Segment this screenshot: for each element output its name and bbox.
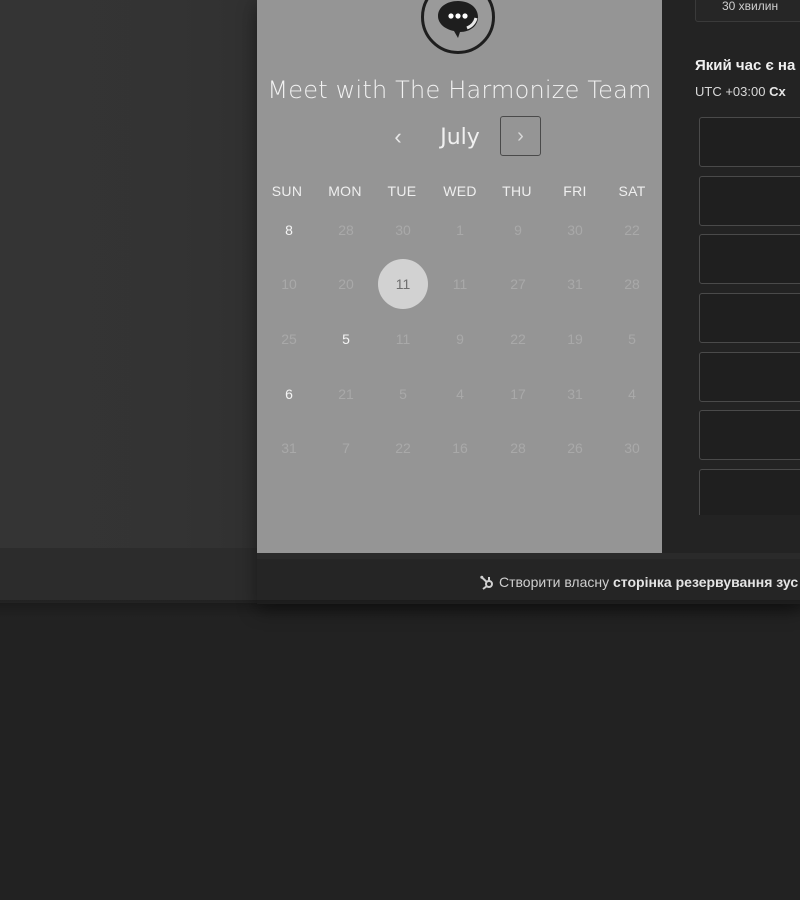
calendar-day[interactable]: 6 [264, 369, 314, 419]
weekday-label: THU [502, 183, 532, 199]
calendar-day: 7 [342, 440, 350, 456]
calendar-day: 11 [395, 331, 411, 347]
calendar-day: 27 [510, 276, 526, 292]
time-slot-button[interactable] [699, 410, 800, 460]
time-slot-button[interactable] [699, 469, 800, 515]
calendar-day: 22 [510, 331, 526, 347]
calendar-day: 30 [567, 222, 583, 238]
background-left-panel [0, 0, 257, 548]
timezone-offset: UTC +03:00 [695, 84, 766, 99]
time-slot-button[interactable] [699, 293, 800, 343]
chat-bubble-icon [434, 0, 482, 39]
calendar-day: 19 [567, 331, 583, 347]
timezone-name: Сх [769, 84, 786, 99]
month-navigation: ‹ July › [257, 116, 662, 158]
modal-bottom-shadow [0, 600, 800, 618]
calendar-day: 28 [338, 222, 354, 238]
prev-month-button[interactable]: ‹ [385, 116, 411, 158]
team-avatar [421, 0, 495, 54]
calendar-day[interactable]: 8 [264, 205, 314, 255]
calendar-day: 31 [567, 276, 583, 292]
weekday-label: SUN [271, 183, 303, 199]
calendar-day: 9 [456, 331, 464, 347]
hubspot-sprocket-icon [479, 574, 495, 590]
weekday-label: FRI [563, 183, 587, 199]
calendar-day: 11 [452, 276, 468, 292]
calendar-day: 10 [281, 276, 297, 292]
calendar-card: Meet with The Harmonize Team ‹ July › SU… [257, 0, 662, 553]
calendar-day: 4 [456, 386, 464, 402]
calendar-day: 20 [338, 276, 354, 292]
time-slot-button[interactable] [699, 352, 800, 402]
calendar-day: 28 [624, 276, 640, 292]
time-slot-button[interactable] [699, 117, 800, 167]
calendar-day[interactable]: 5 [321, 314, 371, 364]
month-label: July [440, 124, 480, 150]
calendar-day: 4 [628, 386, 636, 402]
calendar-day: 30 [395, 222, 411, 238]
weekday-header: SUN MON TUE WED THU FRI SAT [257, 183, 662, 203]
calendar-day: 30 [624, 440, 640, 456]
calendar-day: 31 [567, 386, 583, 402]
calendar-day: 31 [281, 440, 297, 456]
calendar-day: 21 [338, 386, 354, 402]
chevron-right-icon: › [517, 124, 524, 147]
calendar-day: 5 [628, 331, 636, 347]
chevron-left-icon: ‹ [394, 124, 402, 149]
calendar-day-selected[interactable]: 11 [378, 259, 428, 309]
booking-title: Meet with The Harmonize Team [267, 76, 652, 104]
calendar-day: 25 [281, 331, 297, 347]
duration-label: 30 хвилин [722, 0, 779, 13]
background-left-strip [0, 548, 257, 603]
calendar-day: 28 [510, 440, 526, 456]
calendar-day: 1 [456, 222, 464, 238]
calendar-day: 16 [452, 440, 468, 456]
calendar-day: 17 [510, 386, 526, 402]
time-question-heading: Який час є на [695, 57, 796, 74]
calendar-day: 9 [514, 222, 522, 238]
calendar-day: 22 [395, 440, 411, 456]
next-month-button[interactable]: › [500, 116, 541, 156]
create-booking-page-link[interactable]: Створити власну сторінка резервування зу… [479, 559, 798, 604]
time-slot-button[interactable] [699, 176, 800, 226]
time-slot-button[interactable] [699, 234, 800, 284]
booking-footer: Створити власну сторінка резервування зу… [257, 559, 800, 604]
weekday-label: SAT [618, 183, 646, 199]
weekday-label: MON [328, 183, 362, 199]
weekday-label: TUE [387, 183, 417, 199]
time-selection-panel: 30 хвилин Який час є на UTC +03:00 Сх [662, 0, 800, 553]
calendar-day: 5 [399, 386, 407, 402]
calendar-day: 26 [567, 440, 583, 456]
duration-button[interactable]: 30 хвилин [695, 0, 800, 22]
footer-link-bold: сторінка резервування зус [613, 573, 799, 590]
weekday-label: WED [443, 183, 477, 199]
calendar-day: 22 [624, 222, 640, 238]
footer-link-prefix: Створити власну [499, 573, 610, 590]
timezone-selector[interactable]: UTC +03:00 Сх [695, 84, 786, 99]
